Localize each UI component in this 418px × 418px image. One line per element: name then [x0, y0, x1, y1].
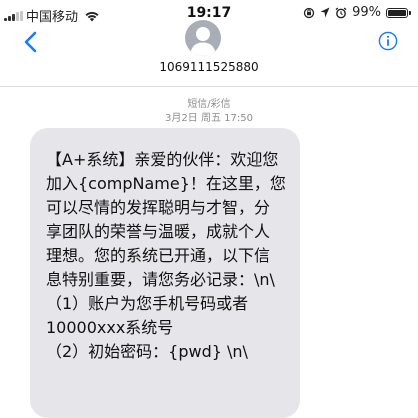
- battery-percent: 99%: [352, 5, 381, 20]
- message-line: 享团队的荣誉与温暖，成就个人: [46, 222, 271, 241]
- message-line: 理想。您的系统已开通，以下信: [46, 246, 271, 265]
- info-button[interactable]: [378, 31, 398, 51]
- message-type-label: 短信/彩信: [187, 99, 231, 110]
- message-bubble[interactable]: 【A+系统】亲爱的伙伴：欢迎您 加入{compName}！在这里，您 可以尽情的…: [30, 128, 300, 418]
- message-line: 10000xxx系统号: [46, 318, 174, 337]
- header-divider: [0, 86, 418, 87]
- message-line: （2）初始密码：{pwd} \n\: [46, 342, 248, 361]
- battery-icon: [386, 7, 411, 18]
- back-button[interactable]: [20, 30, 44, 54]
- message-line: 息特别重要，请您务必记录：\n\: [46, 270, 275, 289]
- status-right: 99%: [303, 5, 411, 20]
- person-icon: [190, 27, 216, 56]
- orientation-lock-icon: [303, 7, 315, 18]
- location-icon: [320, 7, 330, 18]
- message-line: 【A+系统】亲爱的伙伴：欢迎您: [46, 150, 279, 169]
- message-timestamp: 3月2日 周五 17:50: [165, 113, 253, 124]
- contact-avatar[interactable]: [185, 20, 221, 56]
- alarm-icon: [335, 6, 347, 18]
- message-line: （1）账户为您手机号码或者: [46, 294, 249, 313]
- message-line: 加入{compName}！在这里，您: [46, 174, 286, 193]
- battery-fill: [388, 9, 406, 16]
- message-line: 可以尽情的发挥聪明与才智，分: [46, 198, 271, 217]
- sender-number[interactable]: 1069111525880: [0, 60, 418, 74]
